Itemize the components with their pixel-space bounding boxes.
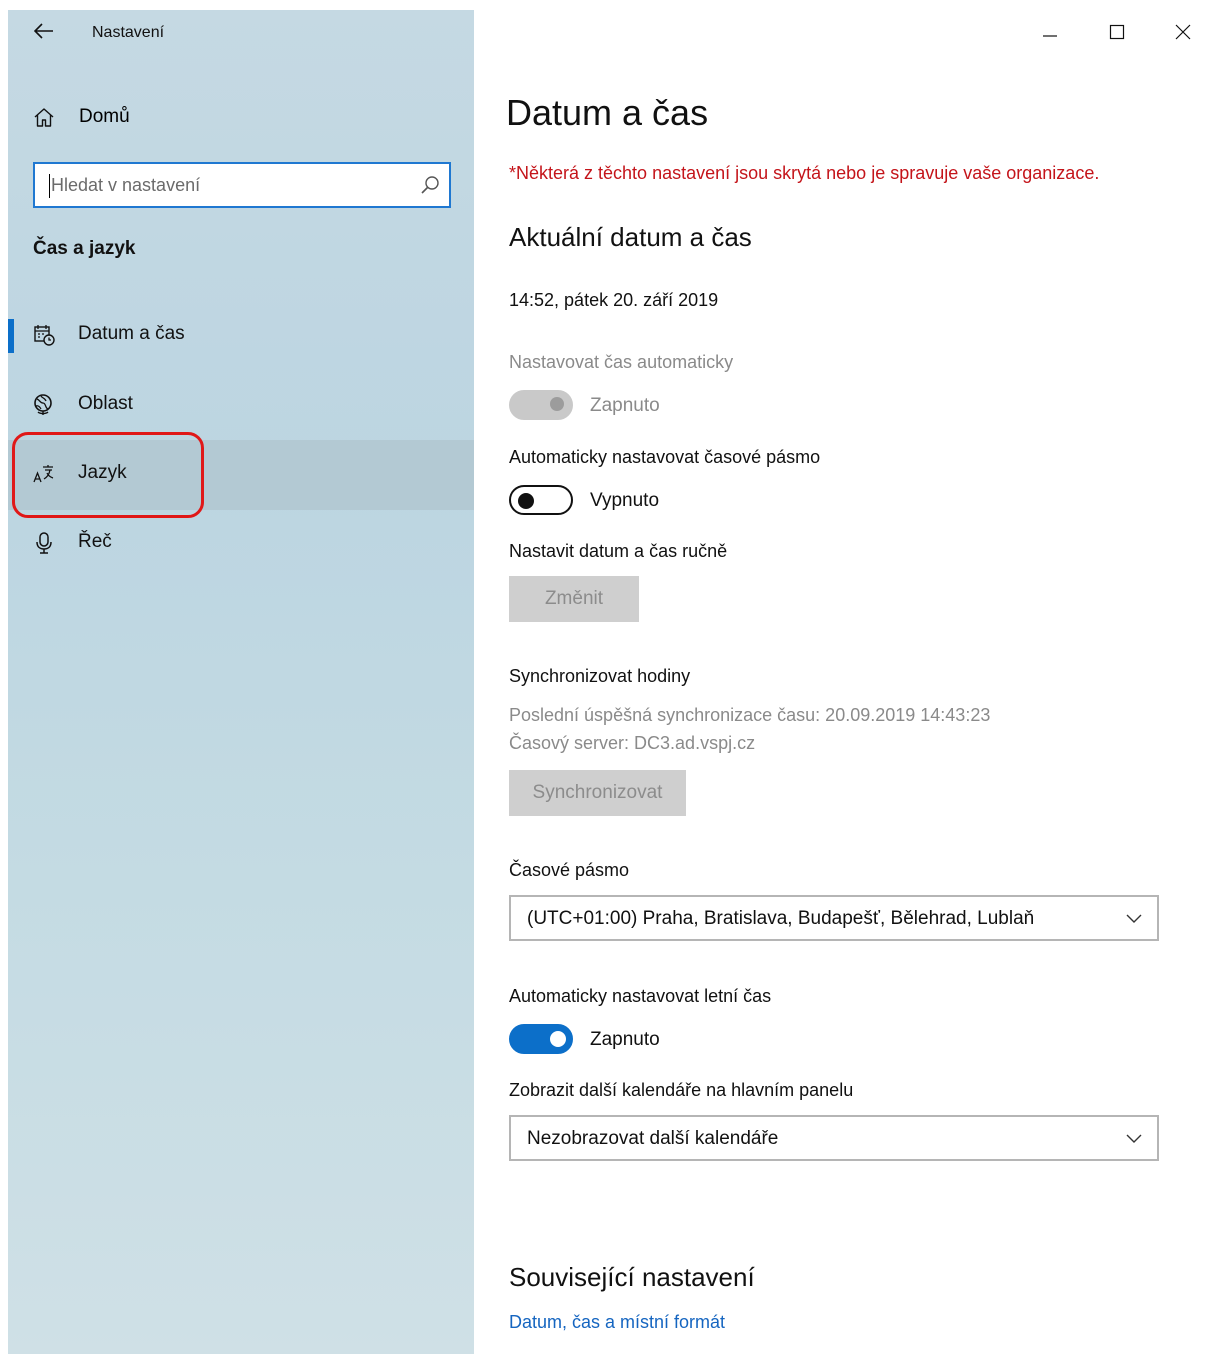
dst-toggle[interactable] — [509, 1024, 573, 1054]
last-sync-text: Poslední úspěšná synchronizace času: 20.… — [509, 705, 991, 725]
manual-datetime-label: Nastavit datum a čas ručně — [509, 541, 728, 561]
app-title: Nastavení — [92, 24, 165, 41]
window-left-edge — [0, 10, 8, 1354]
calendars-label: Zobrazit další kalendáře na hlavním pane… — [509, 1080, 854, 1100]
microphone-icon — [32, 531, 56, 555]
minimize-icon — [1042, 24, 1058, 45]
timezone-label: Časové pásmo — [509, 860, 630, 880]
related-settings-link[interactable]: Datum, čas a místní formát — [509, 1312, 725, 1333]
calendars-select[interactable]: Nezobrazovat další kalendáře — [509, 1115, 1159, 1161]
sync-label: Synchronizovat hodiny — [509, 666, 691, 686]
sidebar-item-datum-a-cas[interactable]: Datum a čas — [8, 301, 474, 371]
auto-timezone-toggle[interactable] — [509, 485, 573, 515]
sidebar-item-label: Datum a čas — [78, 323, 185, 344]
close-icon — [1175, 24, 1191, 45]
time-server-text: Časový server: DC3.ad.vspj.cz — [509, 733, 756, 753]
section-title: Čas a jazyk — [33, 238, 136, 259]
calendars-value: Nezobrazovat další kalendáře — [527, 1128, 779, 1149]
chevron-down-icon — [1125, 910, 1143, 926]
auto-time-label: Nastavovat čas automaticky — [509, 352, 734, 372]
sidebar-item-label: Řeč — [78, 531, 112, 552]
timezone-select[interactable]: (UTC+01:00) Praha, Bratislava, Budapešť,… — [509, 895, 1159, 941]
maximize-icon — [1109, 24, 1125, 45]
home-icon — [32, 106, 56, 130]
settings-window: Nastavení Domů Čas a jazyk Datum a čas O… — [0, 0, 1214, 1354]
chevron-down-icon — [1125, 1130, 1143, 1146]
auto-time-state: Zapnuto — [590, 395, 660, 416]
toggle-knob — [550, 1031, 566, 1047]
dst-label: Automaticky nastavovat letní čas — [509, 986, 772, 1006]
current-datetime-heading: Aktuální datum a čas — [509, 222, 752, 252]
sidebar-item-home[interactable]: Domů — [8, 96, 474, 140]
dst-state: Zapnuto — [590, 1029, 660, 1050]
related-settings-heading: Související nastavení — [509, 1262, 755, 1292]
sidebar — [8, 10, 474, 1354]
timezone-value: (UTC+01:00) Praha, Bratislava, Budapešť,… — [527, 908, 1035, 929]
calendar-clock-icon — [32, 323, 56, 347]
sidebar-item-rec[interactable]: Řeč — [8, 509, 474, 579]
text-cursor — [49, 174, 50, 198]
sidebar-item-label: Domů — [79, 106, 130, 127]
auto-time-toggle — [509, 390, 573, 420]
maximize-button[interactable] — [1094, 14, 1140, 54]
current-datetime-value: 14:52, pátek 20. září 2019 — [509, 290, 719, 310]
search-box[interactable] — [33, 162, 451, 208]
window-top-edge — [0, 0, 1214, 10]
search-input[interactable] — [51, 172, 411, 198]
policy-warning: *Některá z těchto nastavení jsou skrytá … — [509, 163, 1100, 183]
selection-indicator — [8, 319, 14, 353]
auto-timezone-state: Vypnuto — [590, 490, 660, 511]
annotation-highlight — [12, 432, 204, 518]
minimize-button[interactable] — [1027, 14, 1073, 54]
page-title: Datum a čas — [506, 92, 709, 133]
back-button[interactable] — [22, 12, 66, 54]
auto-timezone-label: Automaticky nastavovat časové pásmo — [509, 447, 821, 467]
back-arrow-icon — [33, 22, 54, 44]
sync-button[interactable]: Synchronizovat — [509, 770, 686, 816]
close-button[interactable] — [1160, 14, 1206, 54]
sidebar-item-label: Oblast — [78, 393, 133, 414]
search-icon[interactable] — [419, 174, 441, 196]
change-button[interactable]: Změnit — [509, 576, 639, 622]
sidebar-item-oblast[interactable]: Oblast — [8, 371, 474, 441]
toggle-knob — [550, 397, 564, 411]
toggle-knob — [518, 493, 534, 509]
globe-icon — [32, 393, 56, 417]
